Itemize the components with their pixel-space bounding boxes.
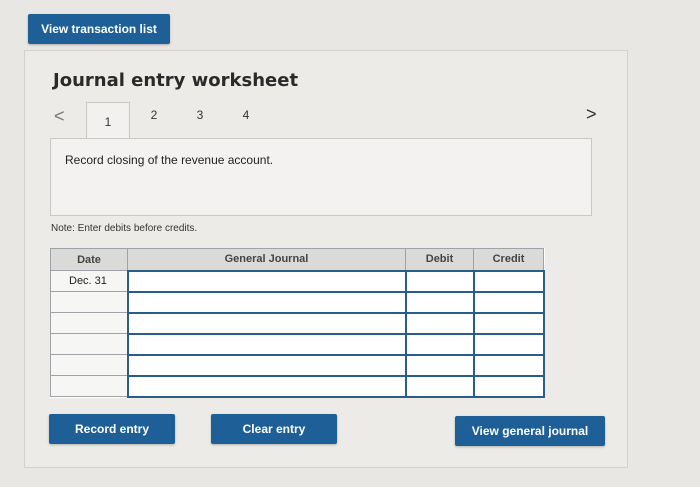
journal-entry-table: Date General Journal Debit Credit Dec. 3… — [50, 248, 545, 398]
tab-2[interactable]: 2 — [144, 108, 164, 122]
date-cell — [50, 354, 128, 376]
debit-input[interactable] — [404, 332, 475, 356]
table-row — [50, 332, 545, 356]
date-cell — [50, 375, 128, 397]
credit-column-header: Credit — [473, 248, 544, 271]
table-row — [50, 311, 545, 335]
account-input[interactable] — [126, 353, 407, 377]
debit-column-header: Debit — [405, 248, 474, 271]
debit-input[interactable] — [404, 374, 475, 398]
account-input[interactable] — [126, 269, 407, 293]
date-column-header: Date — [50, 248, 128, 271]
credit-input[interactable] — [472, 269, 545, 293]
view-transaction-list-button[interactable]: View transaction list — [28, 14, 170, 44]
chevron-left-icon[interactable]: < — [54, 106, 65, 127]
entry-tabs: < 1 2 3 4 > — [52, 102, 612, 140]
credit-input[interactable] — [472, 311, 545, 335]
view-general-journal-button[interactable]: View general journal — [455, 416, 605, 446]
table-row — [50, 290, 545, 314]
chevron-right-icon[interactable]: > — [586, 104, 597, 125]
instruction-box: Record closing of the revenue account. — [50, 138, 592, 216]
debit-input[interactable] — [404, 290, 475, 314]
date-cell: Dec. 31 — [50, 270, 128, 292]
account-input[interactable] — [126, 311, 407, 335]
note-text: Note: Enter debits before credits. — [51, 223, 198, 234]
clear-entry-button[interactable]: Clear entry — [211, 414, 337, 444]
page-title: Journal entry worksheet — [53, 70, 299, 91]
table-row: Dec. 31 — [50, 269, 545, 293]
account-input[interactable] — [126, 374, 407, 398]
tab-4[interactable]: 4 — [236, 108, 256, 122]
account-input[interactable] — [126, 290, 407, 314]
account-input[interactable] — [126, 332, 407, 356]
date-cell — [50, 333, 128, 355]
instruction-text: Record closing of the revenue account. — [65, 153, 274, 167]
credit-input[interactable] — [472, 374, 545, 398]
debit-input[interactable] — [404, 353, 475, 377]
table-row — [50, 353, 545, 377]
table-row — [50, 374, 545, 398]
tab-1[interactable]: 1 — [86, 102, 130, 140]
credit-input[interactable] — [472, 332, 545, 356]
debit-input[interactable] — [404, 269, 475, 293]
date-cell — [50, 291, 128, 313]
record-entry-button[interactable]: Record entry — [49, 414, 175, 444]
credit-input[interactable] — [472, 290, 545, 314]
table-header-row: Date General Journal Debit Credit — [50, 248, 544, 271]
date-cell — [50, 312, 128, 334]
credit-input[interactable] — [472, 353, 545, 377]
general-journal-column-header: General Journal — [127, 248, 406, 271]
tab-3[interactable]: 3 — [190, 108, 210, 122]
debit-input[interactable] — [404, 311, 475, 335]
